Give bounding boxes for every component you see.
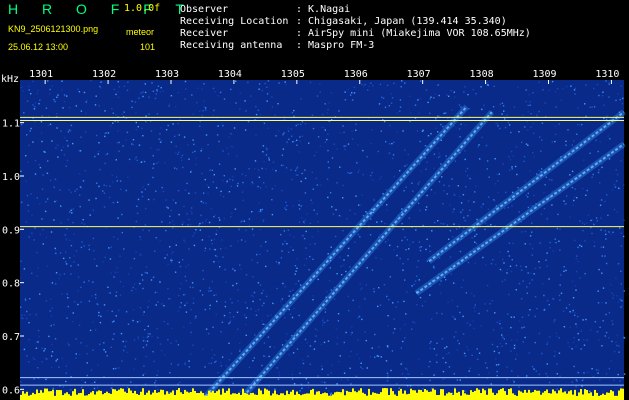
y-tick-label-4: 0.7	[2, 332, 20, 343]
x-tick-label-5: 1306	[344, 69, 368, 80]
x-tick-label-3: 1304	[218, 69, 242, 80]
y-tick-label-3: 0.8	[2, 279, 20, 290]
y-tick-label-1: 1.0	[2, 172, 20, 183]
y-tick-label-0: 1.1	[2, 119, 20, 130]
x-tick-label-6: 1307	[407, 69, 431, 80]
x-tick-label-8: 1309	[532, 69, 556, 80]
y-tick-label-5: 0.6	[2, 385, 20, 396]
x-tick-label-9: 1310	[595, 69, 619, 80]
x-tick-label-1: 1302	[92, 69, 116, 80]
spectrogram-chart: 1301 1302 1303 1304 1305 1306 1307 1308 1309 1310…	[1, 69, 626, 400]
hrofft-screen: H R O F F T 1.0.0f KN9_2506121300.png me…	[0, 0, 629, 400]
x-tick-label-7: 1308	[470, 69, 494, 80]
x-tick-label-0: 1301	[29, 69, 53, 80]
x-tick-label-4: 1305	[281, 69, 305, 80]
y-axis-label: kHz	[1, 74, 19, 85]
x-tick-label-2: 1303	[155, 69, 179, 80]
y-tick-label-2: 0.9	[2, 225, 20, 236]
